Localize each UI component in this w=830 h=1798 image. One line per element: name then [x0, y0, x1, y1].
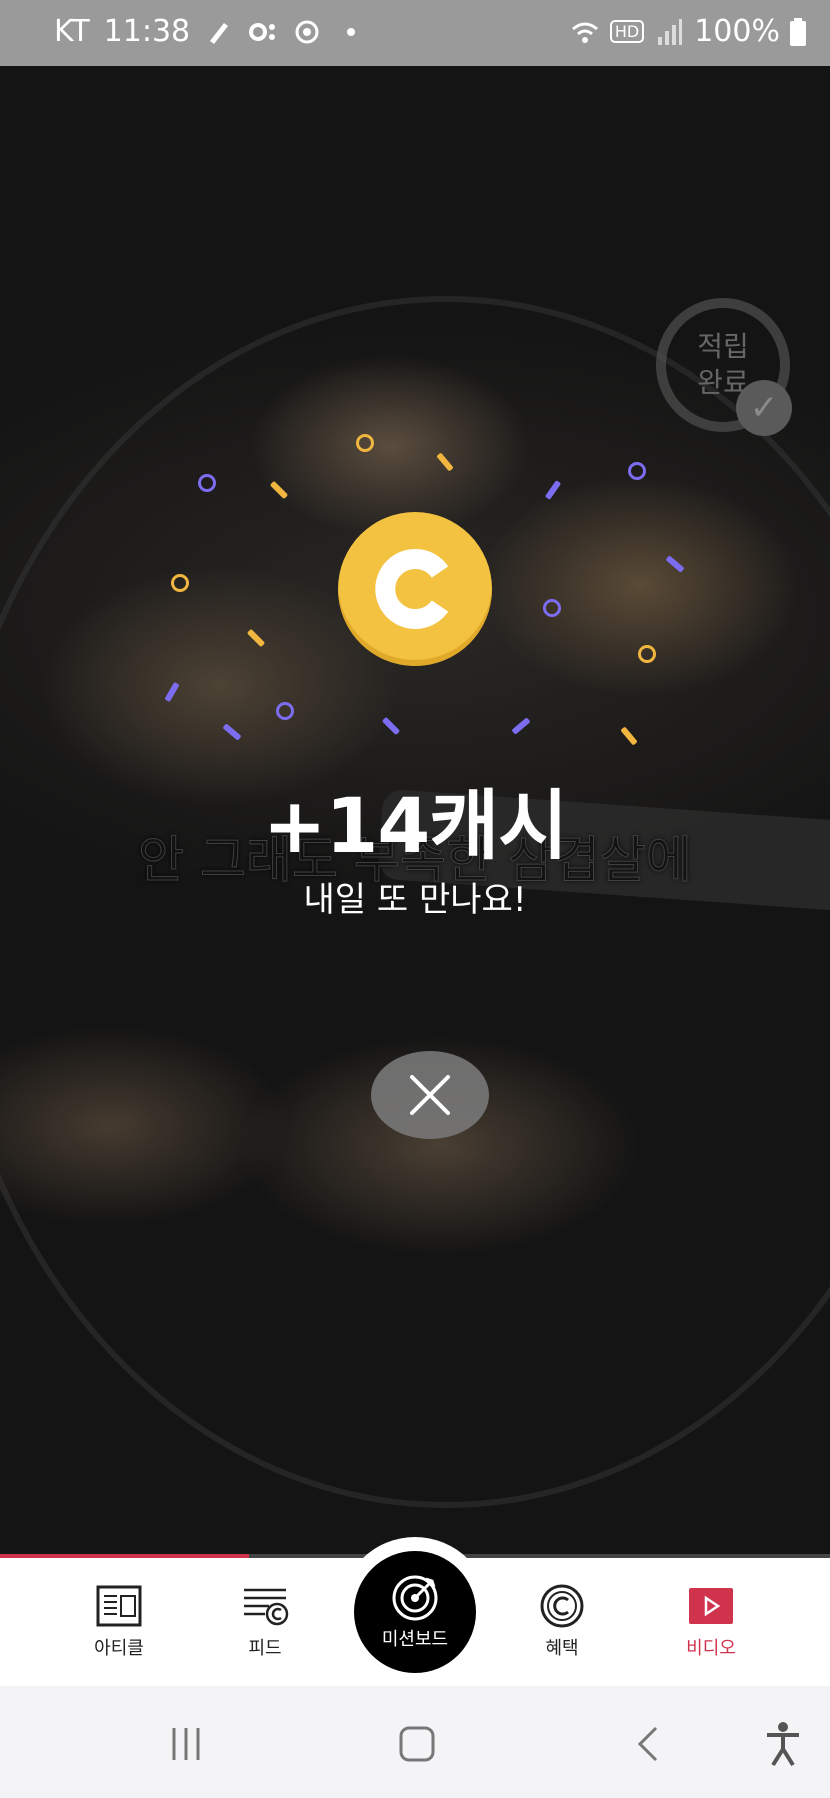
target-icon — [392, 1575, 438, 1621]
status-left: KT 11:38 — [54, 14, 366, 49]
nav-item-video[interactable]: 비디오 — [651, 1584, 771, 1660]
close-icon — [410, 1075, 450, 1115]
home-icon — [399, 1726, 435, 1762]
wifi-icon — [571, 22, 598, 43]
cash-coin-icon — [375, 549, 449, 629]
reward-message: 내일 또 만나요! — [303, 880, 527, 920]
nav-label-video: 비디오 — [686, 1638, 736, 1659]
status-right: HD 100% — [570, 14, 806, 49]
earn-complete-line1: 적립 — [697, 330, 749, 363]
confetti-ring — [198, 474, 216, 492]
confetti-ring — [628, 462, 646, 480]
status-bar: KT 11:38 HD 100% — [0, 0, 830, 66]
mission-board: 미션보드 — [340, 1537, 490, 1675]
accessibility-button[interactable] — [753, 1716, 813, 1772]
back-icon — [637, 1726, 658, 1762]
hd-badge: HD — [609, 20, 645, 43]
cash-coin-icon — [540, 1584, 584, 1628]
edit-icon — [210, 22, 229, 44]
accessibility-icon — [767, 1722, 799, 1767]
confetti-ring — [543, 599, 561, 617]
article-icon — [96, 1585, 142, 1627]
nav-label-mission: 미션보드 — [381, 1629, 449, 1650]
battery-percent: 100% — [694, 14, 780, 49]
reward-amount: +14캐시 — [262, 781, 568, 870]
recents-icon — [172, 1728, 200, 1760]
nav-item-article[interactable]: 아티클 — [59, 1584, 179, 1660]
carrier: KT — [54, 14, 90, 49]
dot-icon — [347, 27, 356, 36]
confetti-ring — [171, 574, 189, 592]
video-play-icon — [689, 1588, 733, 1624]
cash-coin — [338, 512, 492, 666]
battery-icon — [790, 17, 806, 46]
system-nav-bar — [0, 1686, 830, 1798]
confetti-ring — [356, 434, 374, 452]
nav-item-feed[interactable]: 피드 — [205, 1584, 325, 1660]
nav-item-benefit[interactable]: 혜택 — [502, 1584, 622, 1660]
close-button[interactable] — [371, 1051, 489, 1139]
nav-label-benefit: 혜택 — [545, 1638, 579, 1659]
signal-icon — [658, 18, 683, 45]
confetti-ring — [276, 702, 294, 720]
clock: 11:38 — [103, 14, 191, 49]
nav-label-feed: 피드 — [248, 1638, 282, 1659]
recents-button[interactable] — [156, 1716, 216, 1772]
nav-label-article: 아티클 — [94, 1638, 144, 1659]
confetti-ring — [638, 645, 656, 663]
check-icon: ✓ — [736, 380, 792, 436]
feed-icon — [244, 1588, 289, 1626]
mission-board-button[interactable]: 미션보드 — [354, 1551, 476, 1673]
home-button[interactable] — [387, 1716, 447, 1772]
back-button[interactable] — [620, 1716, 680, 1772]
settings-icon — [295, 20, 319, 43]
link-icon — [249, 22, 276, 41]
